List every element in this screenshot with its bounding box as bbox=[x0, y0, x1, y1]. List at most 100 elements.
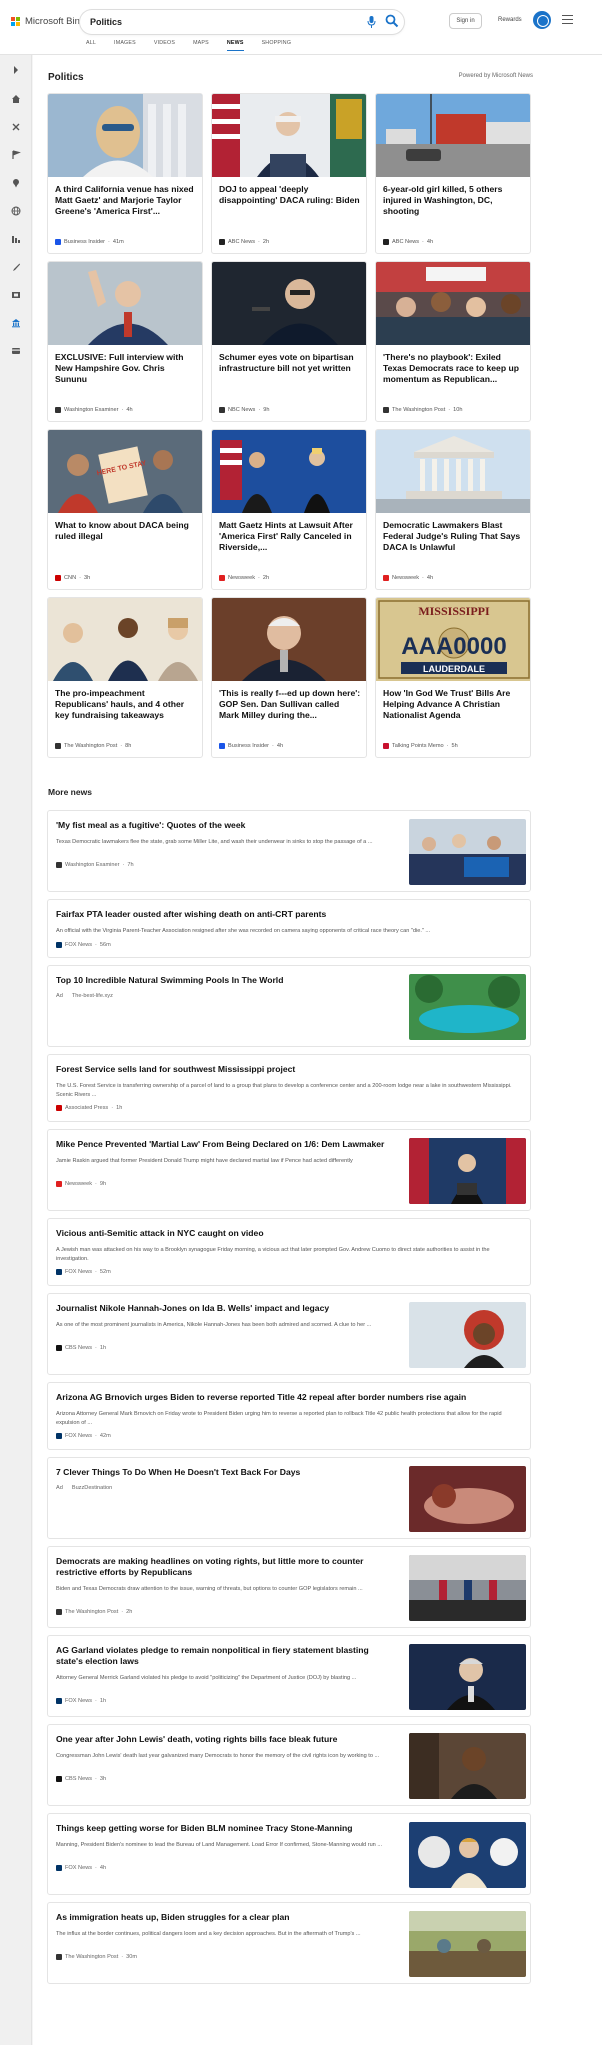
card-title[interactable]: How 'In God We Trust' Bills Are Helping … bbox=[383, 688, 525, 721]
item-image[interactable] bbox=[409, 819, 526, 885]
item-image[interactable] bbox=[409, 1733, 526, 1799]
news-card[interactable]: 'This is really f---ed up down here': GO… bbox=[211, 597, 367, 758]
news-item[interactable]: AG Garland violates pledge to remain non… bbox=[47, 1635, 531, 1717]
rewards-medal-icon[interactable] bbox=[533, 11, 551, 29]
microphone-icon[interactable] bbox=[367, 16, 376, 28]
menu-icon[interactable] bbox=[562, 15, 573, 24]
news-card[interactable]: MISSISSIPPI AAA0000 LAUDERDALE How 'In G… bbox=[375, 597, 531, 758]
rocket-icon[interactable] bbox=[11, 262, 21, 272]
card-image[interactable] bbox=[376, 94, 531, 177]
tab-news[interactable]: NEWS bbox=[226, 40, 244, 51]
news-card[interactable]: EXCLUSIVE: Full interview with New Hamps… bbox=[47, 261, 203, 422]
item-image[interactable] bbox=[409, 1822, 526, 1888]
card-image[interactable] bbox=[376, 430, 531, 513]
card-image[interactable] bbox=[212, 94, 367, 177]
card-image[interactable] bbox=[212, 430, 367, 513]
rewards-link[interactable]: Rewards bbox=[498, 17, 522, 23]
tab-all[interactable]: ALL bbox=[86, 40, 96, 51]
news-card[interactable]: Matt Gaetz Hints at Lawsuit After 'Ameri… bbox=[211, 429, 367, 590]
card-title[interactable]: Democratic Lawmakers Blast Federal Judge… bbox=[383, 520, 525, 553]
globe-icon[interactable] bbox=[11, 206, 21, 216]
news-card[interactable]: HERE TO STAY What to know about DACA bei… bbox=[47, 429, 203, 590]
item-title[interactable]: Forest Service sells land for southwest … bbox=[56, 1064, 516, 1075]
item-title[interactable]: Things keep getting worse for Biden BLM … bbox=[56, 1823, 396, 1834]
home-icon[interactable] bbox=[11, 94, 21, 104]
card-icon[interactable] bbox=[11, 346, 21, 356]
card-image[interactable]: MISSISSIPPI AAA0000 LAUDERDALE bbox=[376, 598, 531, 681]
search-input[interactable] bbox=[90, 15, 330, 29]
news-item[interactable]: Vicious anti-Semitic attack in NYC caugh… bbox=[47, 1218, 531, 1286]
card-image[interactable] bbox=[48, 262, 203, 345]
news-item[interactable]: One year after John Lewis' death, voting… bbox=[47, 1724, 531, 1806]
item-image[interactable] bbox=[409, 974, 526, 1040]
search-box[interactable] bbox=[80, 10, 404, 34]
news-card[interactable]: Schumer eyes vote on bipartisan infrastr… bbox=[211, 261, 367, 422]
card-title[interactable]: 'This is really f---ed up down here': GO… bbox=[219, 688, 361, 721]
card-title[interactable]: The pro-impeachment Republicans' hauls, … bbox=[55, 688, 197, 721]
tools-icon[interactable] bbox=[11, 122, 21, 132]
card-title[interactable]: A third California venue has nixed Matt … bbox=[55, 184, 197, 217]
item-title[interactable]: Journalist Nikole Hannah-Jones on Ida B.… bbox=[56, 1303, 396, 1314]
card-title[interactable]: EXCLUSIVE: Full interview with New Hamps… bbox=[55, 352, 197, 385]
item-title[interactable]: One year after John Lewis' death, voting… bbox=[56, 1734, 396, 1745]
news-item[interactable]: 'My fist meal as a fugitive': Quotes of … bbox=[47, 810, 531, 892]
tab-images[interactable]: IMAGES bbox=[114, 40, 136, 51]
bank-icon[interactable] bbox=[11, 318, 21, 328]
news-card[interactable]: 6-year-old girl killed, 5 others injured… bbox=[375, 93, 531, 254]
news-card[interactable]: Democratic Lawmakers Blast Federal Judge… bbox=[375, 429, 531, 590]
news-item[interactable]: Things keep getting worse for Biden BLM … bbox=[47, 1813, 531, 1895]
item-image[interactable] bbox=[409, 1302, 526, 1368]
card-image[interactable] bbox=[48, 598, 203, 681]
news-card[interactable]: 'There's no playbook': Exiled Texas Demo… bbox=[375, 261, 531, 422]
news-item[interactable]: Fairfax PTA leader ousted after wishing … bbox=[47, 899, 531, 958]
tab-shopping[interactable]: SHOPPING bbox=[262, 40, 292, 51]
news-card[interactable]: DOJ to appeal 'deeply disappointing' DAC… bbox=[211, 93, 367, 254]
item-image[interactable] bbox=[409, 1555, 526, 1621]
news-item[interactable]: Mike Pence Prevented 'Martial Law' From … bbox=[47, 1129, 531, 1211]
chevron-right-icon[interactable] bbox=[11, 65, 21, 75]
card-title[interactable]: 'There's no playbook': Exiled Texas Demo… bbox=[383, 352, 525, 385]
news-item[interactable]: As immigration heats up, Biden struggles… bbox=[47, 1902, 531, 1984]
card-title[interactable]: DOJ to appeal 'deeply disappointing' DAC… bbox=[219, 184, 361, 206]
item-title[interactable]: Arizona AG Brnovich urges Biden to rever… bbox=[56, 1392, 516, 1403]
card-title[interactable]: 6-year-old girl killed, 5 others injured… bbox=[383, 184, 525, 217]
card-image[interactable] bbox=[212, 598, 367, 681]
news-item[interactable]: Forest Service sells land for southwest … bbox=[47, 1054, 531, 1122]
card-title[interactable]: Schumer eyes vote on bipartisan infrastr… bbox=[219, 352, 361, 374]
news-item-ad[interactable]: Top 10 Incredible Natural Swimming Pools… bbox=[47, 965, 531, 1047]
tab-videos[interactable]: VIDEOS bbox=[154, 40, 175, 51]
card-title[interactable]: What to know about DACA being ruled ille… bbox=[55, 520, 197, 542]
news-item[interactable]: Arizona AG Brnovich urges Biden to rever… bbox=[47, 1382, 531, 1450]
item-title[interactable]: As immigration heats up, Biden struggles… bbox=[56, 1912, 396, 1923]
card-image[interactable] bbox=[48, 94, 203, 177]
flag-icon[interactable] bbox=[11, 150, 21, 160]
tab-maps[interactable]: MAPS bbox=[193, 40, 209, 51]
item-title[interactable]: Democrats are making headlines on voting… bbox=[56, 1556, 396, 1578]
news-card[interactable]: The pro-impeachment Republicans' hauls, … bbox=[47, 597, 203, 758]
item-title[interactable]: Mike Pence Prevented 'Martial Law' From … bbox=[56, 1139, 396, 1150]
item-title[interactable]: Top 10 Incredible Natural Swimming Pools… bbox=[56, 975, 396, 986]
chart-icon[interactable] bbox=[11, 234, 21, 244]
news-item[interactable]: Democrats are making headlines on voting… bbox=[47, 1546, 531, 1628]
news-card[interactable]: A third California venue has nixed Matt … bbox=[47, 93, 203, 254]
film-icon[interactable] bbox=[11, 290, 21, 300]
pin-icon[interactable] bbox=[11, 178, 21, 188]
item-title[interactable]: 'My fist meal as a fugitive': Quotes of … bbox=[56, 820, 396, 831]
news-item[interactable]: Journalist Nikole Hannah-Jones on Ida B.… bbox=[47, 1293, 531, 1375]
search-icon[interactable] bbox=[385, 14, 399, 28]
item-image[interactable] bbox=[409, 1644, 526, 1710]
item-image[interactable] bbox=[409, 1911, 526, 1977]
news-item-ad[interactable]: 7 Clever Things To Do When He Doesn't Te… bbox=[47, 1457, 531, 1539]
card-image[interactable] bbox=[212, 262, 367, 345]
card-image[interactable] bbox=[376, 262, 531, 345]
item-image[interactable] bbox=[409, 1138, 526, 1204]
item-title[interactable]: 7 Clever Things To Do When He Doesn't Te… bbox=[56, 1467, 396, 1478]
card-image[interactable]: HERE TO STAY bbox=[48, 430, 203, 513]
item-title[interactable]: AG Garland violates pledge to remain non… bbox=[56, 1645, 396, 1667]
bing-logo[interactable]: Microsoft Bing bbox=[11, 16, 85, 27]
card-title[interactable]: Matt Gaetz Hints at Lawsuit After 'Ameri… bbox=[219, 520, 361, 553]
sign-in-button[interactable]: Sign in bbox=[449, 13, 482, 29]
item-title[interactable]: Vicious anti-Semitic attack in NYC caugh… bbox=[56, 1228, 516, 1239]
item-image[interactable] bbox=[409, 1466, 526, 1532]
item-title[interactable]: Fairfax PTA leader ousted after wishing … bbox=[56, 909, 516, 920]
